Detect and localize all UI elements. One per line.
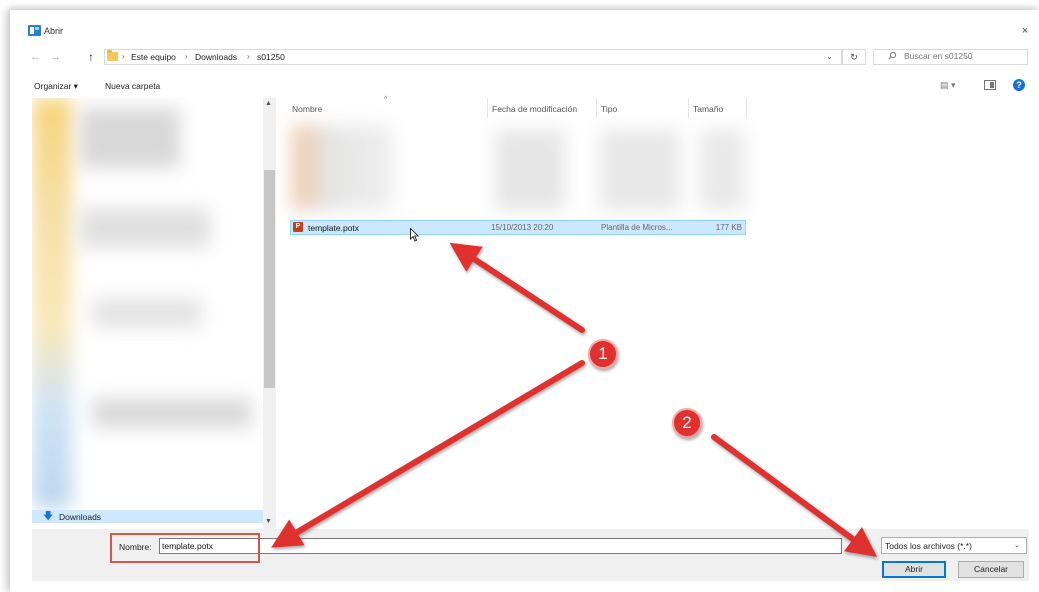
download-arrow-icon: 🡇 <box>43 511 54 522</box>
column-divider[interactable] <box>688 98 689 118</box>
help-icon[interactable]: ? <box>1013 79 1025 91</box>
blurred-file-rows <box>292 125 392 210</box>
cancel-button[interactable]: Cancelar <box>958 561 1024 578</box>
chevron-down-icon: ⌄ <box>1014 542 1020 549</box>
navigation-pane[interactable] <box>32 98 262 510</box>
new-folder-button[interactable]: Nueva carpeta <box>105 81 160 91</box>
annotation-highlight-box <box>110 533 260 563</box>
breadcrumb-downloads[interactable]: Downloads <box>195 52 237 62</box>
blurred-file-rows <box>600 130 680 210</box>
command-bar <box>10 74 1039 98</box>
close-button[interactable]: × <box>1018 24 1032 38</box>
forward-arrow-icon[interactable]: → <box>50 50 61 64</box>
column-header-size[interactable]: Tamaño <box>693 104 723 114</box>
nav-pane-blurred-text <box>80 108 180 168</box>
sort-ascending-icon: ^ <box>384 96 388 103</box>
annotation-badge-2: 2 <box>672 408 702 438</box>
nav-pane-blurred-icons <box>32 98 72 508</box>
blurred-file-rows <box>495 130 565 210</box>
breadcrumb-separator: › <box>122 52 125 61</box>
column-divider[interactable] <box>596 98 597 118</box>
column-header-modified[interactable]: Fecha de modificación <box>492 104 577 114</box>
column-header-name[interactable]: Nombre <box>292 104 322 114</box>
back-arrow-icon[interactable]: ← <box>30 50 41 64</box>
file-name: template.potx <box>308 223 360 233</box>
nav-pane-blurred-text <box>92 398 252 428</box>
up-arrow-icon[interactable]: ↑ <box>88 50 94 64</box>
breadcrumb-este-equipo[interactable]: Este equipo <box>131 52 176 62</box>
view-options-button[interactable]: ▤ ▾ <box>940 80 956 91</box>
address-dropdown-icon[interactable]: ⌄ <box>826 52 833 61</box>
file-type-filter-value: Todos los archivos (*.*) <box>885 541 972 551</box>
refresh-button[interactable]: ↻ <box>842 49 866 65</box>
app-icon <box>28 25 41 36</box>
mouse-cursor-icon <box>410 227 420 244</box>
window-title: Abrir <box>44 26 64 36</box>
folder-icon <box>107 50 118 61</box>
organize-button[interactable]: Organizar ▾ <box>34 81 78 92</box>
file-modified: 15/10/2013 20:20 <box>491 223 554 232</box>
scroll-down-icon[interactable]: ▼ <box>265 518 272 525</box>
preview-pane-icon[interactable] <box>984 80 996 90</box>
scroll-up-icon[interactable]: ▲ <box>265 100 272 107</box>
column-divider[interactable] <box>487 98 488 118</box>
annotation-badge-1: 1 <box>588 339 618 369</box>
nav-item-label: Downloads <box>59 512 102 522</box>
title-bar <box>10 18 1039 44</box>
open-button[interactable]: Abrir <box>882 561 946 578</box>
breadcrumb-separator: › <box>247 52 250 61</box>
search-icon <box>888 51 897 60</box>
breadcrumb-s01250[interactable]: s01250 <box>257 52 285 62</box>
nav-scroll-thumb[interactable] <box>264 170 275 388</box>
nav-pane-blurred-text <box>92 298 202 328</box>
file-name-input[interactable] <box>159 538 842 554</box>
file-type: Plantilla de Micros... <box>601 223 673 232</box>
breadcrumb-separator: › <box>185 52 188 61</box>
column-divider[interactable] <box>746 98 747 118</box>
powerpoint-file-icon: P <box>293 222 303 232</box>
column-header-type[interactable]: Tipo <box>601 104 617 114</box>
nav-pane-blurred-text <box>80 208 210 248</box>
search-input[interactable] <box>904 51 1014 61</box>
blurred-file-rows <box>700 130 745 210</box>
file-size: 177 KB <box>715 223 742 232</box>
